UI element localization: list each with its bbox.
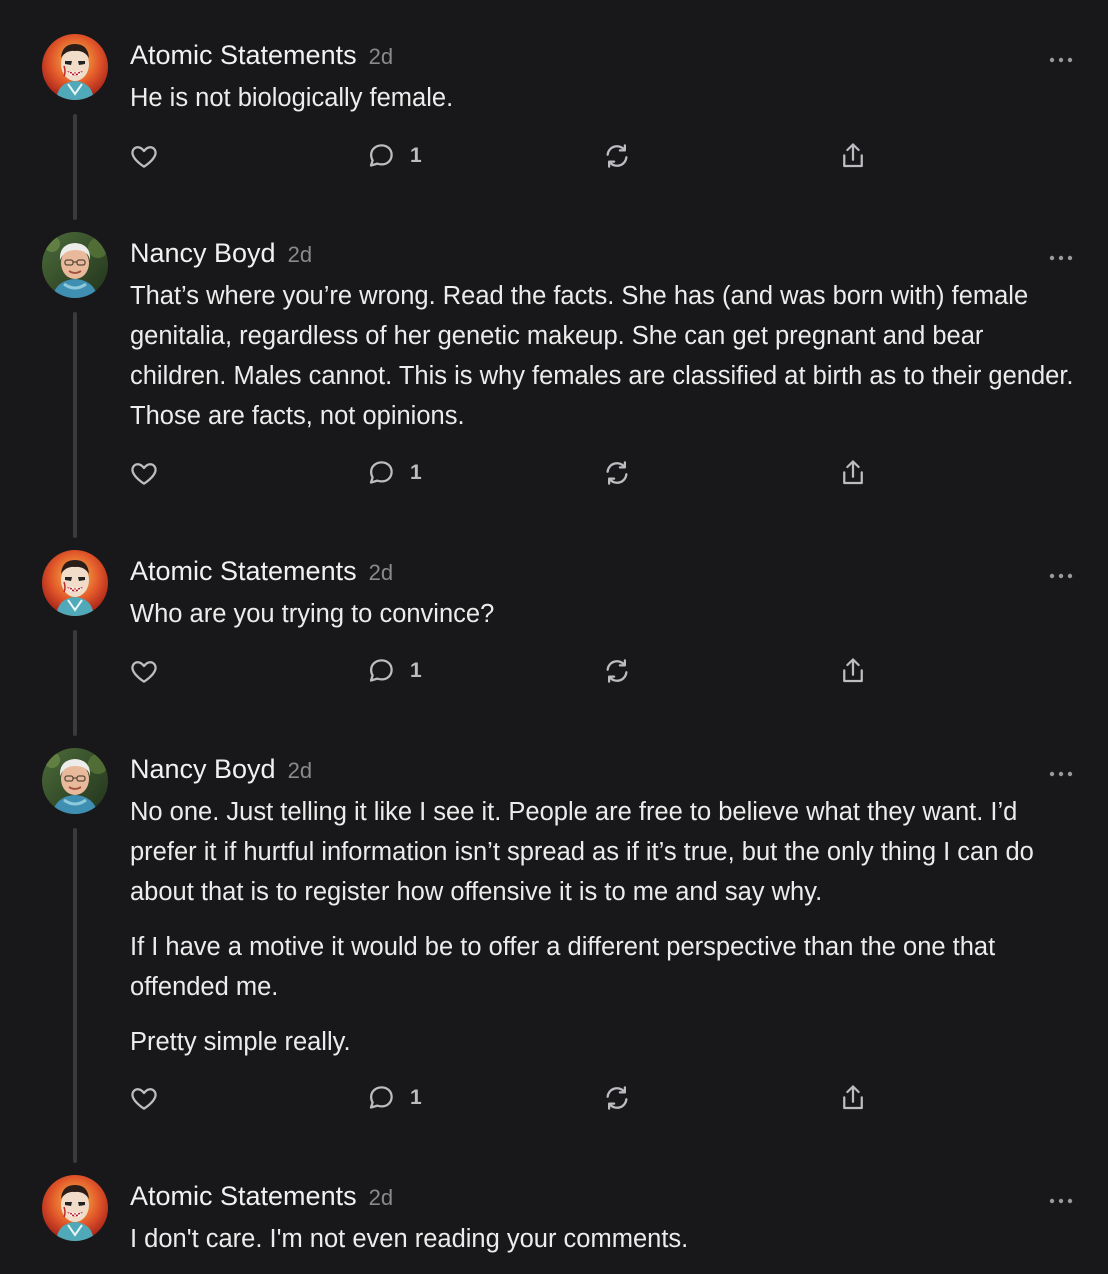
thread-line[interactable] [73,312,77,538]
more-options-icon[interactable] [1047,52,1075,63]
more-options-icon[interactable] [1047,568,1075,579]
share-button[interactable] [838,453,868,493]
comment-body: He is not biologically female. [130,78,1080,133]
author-name[interactable]: Atomic Statements [130,1181,357,1211]
timestamp[interactable]: 2d [288,758,312,783]
heart-icon [129,141,159,171]
comment-paragraph: He is not biologically female. [130,84,454,112]
share-icon [838,656,868,686]
comment-header: Nancy Boyd 2d [130,754,312,785]
share-button[interactable] [838,651,868,691]
comment-actions: 1 [0,453,1108,493]
share-button[interactable] [838,136,868,176]
reply-count: 1 [410,461,422,484]
comment-header: Atomic Statements 2d [130,40,393,71]
avatar[interactable] [42,748,108,814]
reply-button[interactable]: 1 [366,1078,422,1118]
comment-body: That’s where you’re wrong. Read the fact… [130,276,1080,451]
comment-body: I don't care. I'm not even reading your … [130,1219,1080,1274]
timestamp[interactable]: 2d [288,242,312,267]
more-options-icon[interactable] [1047,1193,1075,1204]
comment-header: Atomic Statements 2d [130,1181,393,1212]
reply-button[interactable]: 1 [366,136,422,176]
heart-icon [129,1083,159,1113]
comment-actions: 1 [0,1078,1108,1118]
comment-header: Atomic Statements 2d [130,556,393,587]
restack-button[interactable] [602,1078,632,1118]
comment-paragraph: I don't care. I'm not even reading your … [130,1225,689,1253]
author-name[interactable]: Nancy Boyd [130,238,276,268]
heart-icon [129,656,159,686]
timestamp[interactable]: 2d [369,560,393,585]
avatar[interactable] [42,550,108,616]
restack-icon [602,458,632,488]
speech-bubble-icon [366,141,396,171]
comment-actions: 1 [0,651,1108,691]
share-icon [838,458,868,488]
speech-bubble-icon [366,1083,396,1113]
avatar[interactable] [42,1175,108,1241]
like-button[interactable] [129,1078,159,1118]
comment-paragraph: That’s where you’re wrong. Read the fact… [130,282,1074,430]
reply-count: 1 [410,659,422,682]
author-name[interactable]: Atomic Statements [130,40,357,70]
reply-count: 1 [410,144,422,167]
restack-icon [602,1083,632,1113]
restack-icon [602,141,632,171]
avatar[interactable] [42,34,108,100]
more-options-icon[interactable] [1047,250,1075,261]
reply-button[interactable]: 1 [366,453,422,493]
like-button[interactable] [129,651,159,691]
comment-body: No one. Just telling it like I see it. P… [130,792,1080,1077]
share-icon [838,1083,868,1113]
avatar[interactable] [42,232,108,298]
restack-button[interactable] [602,136,632,176]
comment-paragraph: If I have a motive it would be to offer … [130,933,996,1001]
timestamp[interactable]: 2d [369,1185,393,1210]
author-name[interactable]: Nancy Boyd [130,754,276,784]
comment-paragraph: Pretty simple really. [130,1028,351,1056]
restack-button[interactable] [602,651,632,691]
heart-icon [129,458,159,488]
comment-actions: 1 [0,136,1108,176]
comment-paragraph: Who are you trying to convince? [130,600,495,628]
like-button[interactable] [129,453,159,493]
restack-icon [602,656,632,686]
share-icon [838,141,868,171]
reply-count: 1 [410,1086,422,1109]
speech-bubble-icon [366,458,396,488]
restack-button[interactable] [602,453,632,493]
timestamp[interactable]: 2d [369,44,393,69]
comment-header: Nancy Boyd 2d [130,238,312,269]
author-name[interactable]: Atomic Statements [130,556,357,586]
like-button[interactable] [129,136,159,176]
reply-button[interactable]: 1 [366,651,422,691]
more-options-icon[interactable] [1047,766,1075,777]
comment-paragraph: No one. Just telling it like I see it. P… [130,798,1034,906]
comment-body: Who are you trying to convince? [130,594,1080,649]
speech-bubble-icon [366,656,396,686]
share-button[interactable] [838,1078,868,1118]
